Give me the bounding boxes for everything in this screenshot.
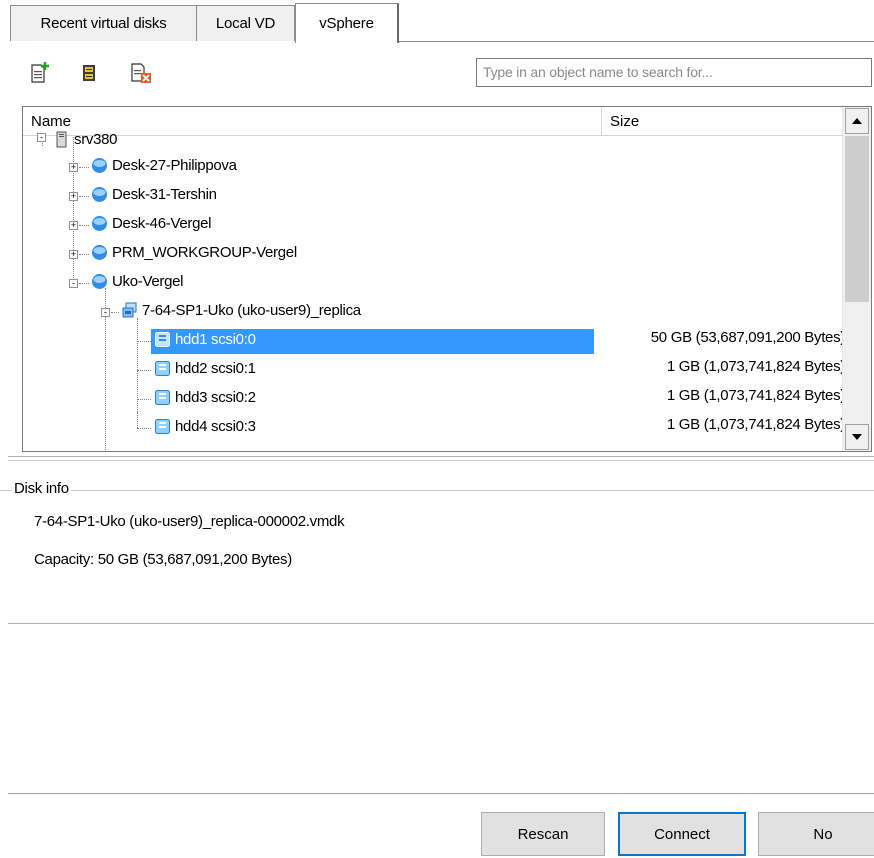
tree-row-uko-vergel[interactable]: - Uko-Vergel	[23, 267, 845, 296]
server-icon	[56, 131, 67, 148]
disk-info-group-label: Disk info	[12, 480, 71, 497]
resource-pool-icon	[92, 158, 107, 173]
virtual-disk-icon	[155, 361, 170, 376]
tab-divider	[398, 41, 874, 42]
expand-toggle[interactable]: +	[69, 250, 78, 259]
tree-row-size: 1 GB (1,073,741,824 Bytes)	[666, 358, 845, 375]
tab-local-vd[interactable]: Local VD	[196, 5, 295, 41]
tab-vsphere[interactable]: vSphere	[295, 3, 399, 43]
disk-properties-icon	[83, 65, 95, 81]
tree-row-hdd2[interactable]: hdd2 scsi0:1 1 GB (1,073,741,824 Bytes)	[23, 354, 845, 383]
group-border	[0, 490, 874, 491]
resource-pool-icon	[92, 245, 107, 260]
scroll-up-button[interactable]	[845, 108, 869, 134]
tree-row-label: PRM_WORKGROUP-Vergel	[112, 244, 297, 261]
tree-row-size: 1 GB (1,073,741,824 Bytes)	[666, 387, 845, 404]
disk-file-name: 7-64-SP1-Uko (uko-user9)_replica-000002.…	[34, 513, 345, 530]
disk-tree-list[interactable]: Name Size - srv380 + Desk-27-Philippova …	[22, 106, 872, 452]
rescan-button[interactable]: Rescan	[481, 812, 605, 856]
arrow-up-icon	[852, 118, 862, 124]
collapse-toggle[interactable]: -	[69, 279, 78, 288]
resource-pool-icon	[92, 274, 107, 289]
connect-button[interactable]: Connect	[618, 812, 746, 856]
vertical-scrollbar[interactable]	[842, 107, 871, 451]
tree-row-label: Desk-31-Tershin	[112, 186, 217, 203]
expand-toggle[interactable]: +	[69, 192, 78, 201]
disk-capacity: Capacity: 50 GB (53,687,091,200 Bytes)	[34, 551, 292, 568]
capacity-value: 50 GB (53,687,091,200 Bytes)	[97, 551, 293, 568]
new-document-icon	[31, 62, 49, 83]
search-input[interactable]: Type in an object name to search for...	[476, 58, 872, 87]
tab-recent-virtual-disks[interactable]: Recent virtual disks	[10, 5, 197, 41]
tree-row-hdd4[interactable]: hdd4 scsi0:3 1 GB (1,073,741,824 Bytes)	[23, 412, 845, 441]
collapse-toggle[interactable]: -	[101, 308, 110, 317]
tree-row-label: 7-64-SP1-Uko (uko-user9)_replica	[142, 302, 361, 319]
pane-splitter[interactable]	[8, 456, 874, 457]
tree-row-label: Desk-46-Vergel	[112, 215, 212, 232]
resource-pool-icon	[92, 216, 107, 231]
button-bar-divider	[8, 793, 874, 794]
virtual-disk-icon	[155, 332, 170, 347]
group-bottom-border	[8, 623, 874, 624]
tree-row-label: hdd1 scsi0:0	[175, 331, 256, 348]
resource-pool-icon	[92, 187, 107, 202]
scrollbar-thumb[interactable]	[845, 136, 869, 302]
tree-row-size: 50 GB (53,687,091,200 Bytes)	[650, 329, 846, 346]
capacity-label: Capacity:	[34, 551, 94, 568]
expand-toggle[interactable]: +	[69, 221, 78, 230]
no-button[interactable]: No	[758, 812, 874, 856]
tree-row-label: Uko-Vergel	[112, 273, 184, 290]
tree-row-desk-27-philippova[interactable]: + Desk-27-Philippova	[23, 151, 845, 180]
scroll-down-button[interactable]	[845, 424, 869, 450]
tree-row-label: hdd2 scsi0:1	[175, 360, 256, 377]
tree-row-size: 1 GB (1,073,741,824 Bytes)	[666, 416, 845, 433]
tree-row-label: srv380	[74, 131, 118, 148]
collapse-toggle[interactable]: -	[37, 133, 46, 142]
tree-row-label: hdd3 scsi0:2	[175, 389, 256, 406]
tree-row-desk-31-tershin[interactable]: + Desk-31-Tershin	[23, 180, 845, 209]
tree-row-desk-46-vergel[interactable]: + Desk-46-Vergel	[23, 209, 845, 238]
vsphere-disk-dialog: Recent virtual disks Local VD vSphere Ty…	[0, 0, 874, 858]
disk-properties-button[interactable]	[80, 62, 100, 84]
virtual-disk-icon	[155, 390, 170, 405]
tree-row-label: hdd4 scsi0:3	[175, 418, 256, 435]
new-document-button[interactable]	[30, 62, 50, 84]
tree-row-prm-workgroup-vergel[interactable]: + PRM_WORKGROUP-Vergel	[23, 238, 845, 267]
expand-toggle[interactable]: +	[69, 163, 78, 172]
delete-disk-icon	[131, 63, 151, 83]
virtual-machine-icon	[122, 302, 137, 318]
tree-row-hdd3[interactable]: hdd3 scsi0:2 1 GB (1,073,741,824 Bytes)	[23, 383, 845, 412]
delete-disk-button[interactable]	[130, 62, 151, 84]
tree-row-srv380[interactable]: - srv380	[23, 125, 845, 154]
tree-row-label: Desk-27-Philippova	[112, 157, 237, 174]
tree-row-vm-replica[interactable]: - 7-64-SP1-Uko (uko-user9)_replica	[23, 296, 845, 325]
arrow-down-icon	[852, 434, 862, 440]
tree-row-hdd1[interactable]: hdd1 scsi0:0 50 GB (53,687,091,200 Bytes…	[23, 325, 845, 354]
virtual-disk-icon	[155, 419, 170, 434]
